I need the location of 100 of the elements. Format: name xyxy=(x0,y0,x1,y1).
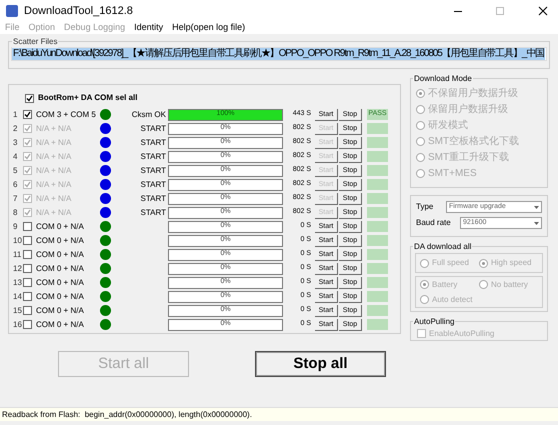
row-number: 4 xyxy=(13,150,18,162)
port-label: COM 0 + N/A xyxy=(36,262,85,274)
row-number: 2 xyxy=(13,122,18,134)
radio-button[interactable] xyxy=(416,169,425,178)
port-label: COM 0 + N/A xyxy=(36,220,85,232)
radio-label: SMT+MES xyxy=(428,168,477,178)
port-label: COM 0 + N/A xyxy=(36,276,85,288)
row-number: 8 xyxy=(13,206,18,218)
port-label: N/A + N/A xyxy=(36,122,72,134)
checkbox[interactable] xyxy=(23,278,32,287)
field-label: Baud rate xyxy=(416,217,452,229)
radio-button[interactable] xyxy=(416,121,425,130)
menu-item[interactable]: Help(open log file) xyxy=(172,21,246,35)
radio-button[interactable] xyxy=(420,258,429,268)
maximize-icon[interactable] xyxy=(496,7,504,15)
menu-item[interactable]: Identity xyxy=(134,21,164,35)
select-all-label: BootRom+ DA COM sel all xyxy=(38,92,138,104)
radio-button[interactable] xyxy=(420,295,429,304)
port-label: N/A + N/A xyxy=(36,136,72,148)
port-label: COM 3 + COM 5 xyxy=(36,108,96,120)
result-indicator xyxy=(367,221,388,232)
result-indicator xyxy=(367,165,388,176)
port-label: COM 0 + N/A xyxy=(36,290,85,302)
row-number: 16 xyxy=(13,318,23,330)
port-label: COM 0 + N/A xyxy=(36,304,85,316)
row-number: 13 xyxy=(13,276,23,288)
status-text: START xyxy=(140,152,166,160)
radio-button[interactable] xyxy=(416,105,425,114)
checkbox[interactable] xyxy=(23,110,32,119)
radio-button[interactable] xyxy=(416,153,425,162)
checkbox[interactable] xyxy=(23,320,32,329)
radio-button[interactable] xyxy=(420,280,429,289)
radio-label: Battery xyxy=(432,278,458,290)
port-label: N/A + N/A xyxy=(36,192,72,204)
result-indicator xyxy=(367,249,388,260)
port-label: COM 0 + N/A xyxy=(36,234,85,246)
result-indicator xyxy=(367,151,388,162)
radio-button[interactable] xyxy=(479,280,488,289)
status-bar-text: Readback from Flash: begin_addr(0x00000000), length(0x00000000). xyxy=(2,408,252,420)
status-text: START xyxy=(140,180,166,188)
checkbox[interactable] xyxy=(23,306,32,315)
status-text: START xyxy=(140,208,166,216)
row-number: 7 xyxy=(13,192,18,204)
status-text: START xyxy=(140,124,166,132)
row-number: 3 xyxy=(13,136,18,148)
status-text: START xyxy=(140,194,166,202)
field-label: Type xyxy=(416,201,434,213)
result-indicator xyxy=(367,277,388,288)
group-title: Scatter Files xyxy=(12,36,58,48)
radio-button[interactable] xyxy=(479,258,488,268)
checkbox[interactable] xyxy=(23,264,32,273)
close-icon[interactable] xyxy=(538,6,548,16)
radio-label: 研发模式 xyxy=(428,120,468,130)
result-indicator xyxy=(367,291,388,302)
result-indicator xyxy=(367,193,388,204)
radio-button[interactable] xyxy=(416,137,425,146)
status-text: START xyxy=(140,166,166,174)
result-indicator xyxy=(367,263,388,274)
port-label: N/A + N/A xyxy=(36,178,72,190)
row-number: 1 xyxy=(13,108,18,120)
result-indicator xyxy=(367,305,388,316)
checkbox[interactable] xyxy=(23,250,32,259)
checkbox[interactable] xyxy=(25,94,34,102)
group-title: AutoPulling xyxy=(413,316,456,328)
radio-label: 不保留用户数据升级 xyxy=(428,88,518,98)
radio-label: SMT空板格式化下载 xyxy=(428,136,520,146)
app-icon xyxy=(6,5,18,17)
minimize-icon[interactable] xyxy=(454,10,462,12)
row-number: 12 xyxy=(13,262,23,274)
status-text: START xyxy=(140,138,166,146)
checkbox[interactable] xyxy=(23,292,32,301)
checkbox[interactable] xyxy=(23,222,32,231)
radio-label: SMT重工升级下载 xyxy=(428,152,510,162)
radio-label: Full speed xyxy=(432,257,469,269)
result-indicator xyxy=(367,235,388,246)
status-text: Cksm OK xyxy=(132,110,166,118)
row-number: 5 xyxy=(13,164,18,176)
radio-label: Auto detect xyxy=(432,294,472,306)
checkbox[interactable] xyxy=(23,236,32,245)
action-button[interactable]: Stop all xyxy=(255,351,386,377)
row-number: 11 xyxy=(13,248,22,260)
radio-label: 保留用户数据升级 xyxy=(428,104,508,114)
window-title: DownloadTool_1612.8 xyxy=(24,4,133,19)
radio-label: High speed xyxy=(491,257,532,269)
radio-button[interactable] xyxy=(416,89,425,98)
result-indicator xyxy=(367,207,388,218)
port-label: COM 0 + N/A xyxy=(36,248,85,260)
row-number: 14 xyxy=(13,290,23,302)
result-indicator xyxy=(367,319,388,330)
result-indicator xyxy=(367,137,388,148)
port-label: N/A + N/A xyxy=(36,150,72,162)
port-label: N/A + N/A xyxy=(36,164,72,176)
checkbox[interactable] xyxy=(417,329,426,338)
checkbox-label: EnableAutoPulling xyxy=(429,328,494,340)
row-number: 15 xyxy=(13,304,23,316)
result-indicator xyxy=(367,123,388,134)
row-number: 10 xyxy=(13,234,23,246)
row-number: 9 xyxy=(13,220,18,232)
result-indicator xyxy=(367,179,388,190)
port-label: COM 0 + N/A xyxy=(36,318,85,330)
